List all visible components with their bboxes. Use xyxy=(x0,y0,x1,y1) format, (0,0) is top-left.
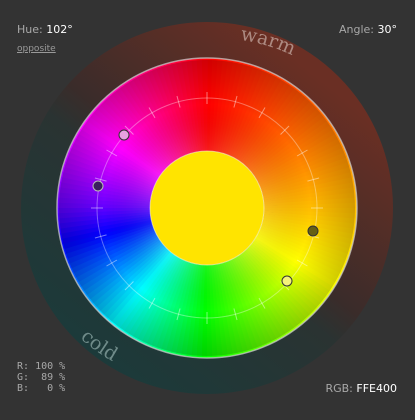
color-wheel[interactable]: warm cold xyxy=(0,0,415,420)
angle-label: Angle: xyxy=(338,23,374,36)
rgb-percent-readout: R: 100 % G: 89 % B: 0 % xyxy=(17,361,65,394)
center-color-swatch xyxy=(149,150,265,266)
r-row: R: 100 % xyxy=(17,361,65,372)
rgb-value: FFE400 xyxy=(356,382,397,395)
color-picker-panel: warm cold Hue: 102° opposite Angle: 30° … xyxy=(0,0,415,420)
marker-purple[interactable] xyxy=(92,180,104,192)
marker-lightyellow[interactable] xyxy=(281,275,293,287)
r-value: 100 % xyxy=(35,361,66,372)
angle-value: 30° xyxy=(377,23,398,36)
g-value: 89 % xyxy=(35,372,66,383)
hue-value: 102° xyxy=(46,23,73,36)
rgb-hex-readout: RGB: FFE400 xyxy=(325,382,397,395)
marker-olive[interactable] xyxy=(307,225,319,237)
b-label: B: xyxy=(17,383,30,394)
hue-readout: Hue: 102° xyxy=(17,23,73,36)
b-row: B: 0 % xyxy=(17,383,65,394)
marker-pink[interactable] xyxy=(118,129,130,141)
b-value: 0 % xyxy=(35,383,66,394)
opposite-link[interactable]: opposite xyxy=(17,44,56,54)
hue-label: Hue: xyxy=(17,23,43,36)
g-row: G: 89 % xyxy=(17,372,65,383)
angle-readout: Angle: 30° xyxy=(339,23,397,36)
g-label: G: xyxy=(17,372,30,383)
r-label: R: xyxy=(17,361,30,372)
rgb-label: RGB: xyxy=(325,382,353,395)
